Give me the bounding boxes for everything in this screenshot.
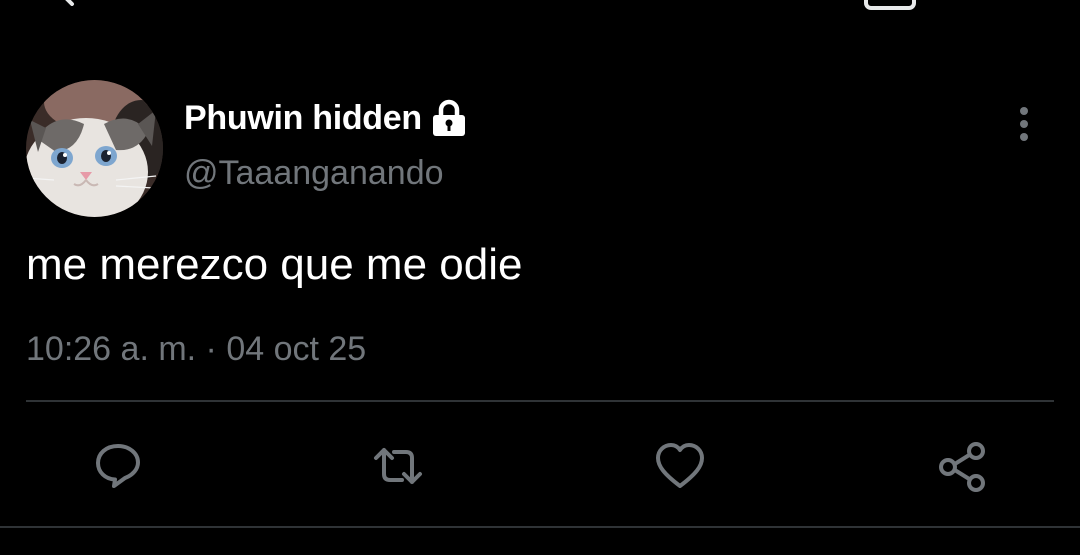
lock-icon	[432, 99, 465, 136]
more-options-icon[interactable]	[1010, 104, 1038, 144]
heart-icon	[656, 443, 704, 488]
like-button[interactable]	[650, 436, 710, 496]
retweet-icon	[374, 448, 422, 484]
top-toolbar	[0, 0, 1080, 12]
reply-icon	[96, 444, 140, 488]
tweet-timestamp[interactable]: 10:26 a. m. · 04 oct 25	[26, 330, 366, 369]
avatar[interactable]	[26, 80, 163, 217]
divider	[26, 400, 1054, 402]
share-button[interactable]	[932, 436, 992, 496]
reply-button[interactable]	[88, 436, 148, 496]
divider	[0, 526, 1080, 528]
author-handle[interactable]: @Taaanganando	[184, 154, 444, 193]
share-icon	[939, 442, 985, 492]
window-icon[interactable]	[864, 0, 916, 10]
author-name-row[interactable]: Phuwin hidden	[184, 96, 468, 140]
tweet-detail-page: Phuwin hidden @Taaanganando me merezco q…	[0, 0, 1080, 555]
back-arrow-icon[interactable]	[58, 0, 78, 6]
avatar-cat-image	[26, 80, 163, 217]
tweet-text: me merezco que me odie	[26, 240, 523, 289]
author-display-name[interactable]: Phuwin hidden	[184, 99, 422, 138]
dropdown-menu-icon[interactable]	[990, 0, 1050, 10]
retweet-button[interactable]	[368, 436, 428, 496]
